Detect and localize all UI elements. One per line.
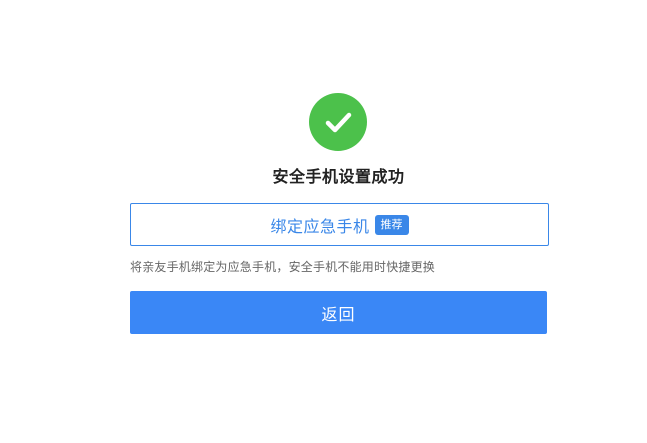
check-circle-icon xyxy=(309,93,367,151)
back-button[interactable]: 返回 xyxy=(130,291,547,334)
bind-emergency-phone-label: 绑定应急手机 xyxy=(270,216,370,236)
page-title: 安全手机设置成功 xyxy=(272,167,405,186)
page: 安全手机设置成功 绑定应急手机 推荐 将亲友手机绑定为应急手机，安全手机不能用时… xyxy=(0,0,647,443)
checkmark-icon xyxy=(325,112,352,133)
hint-text: 将亲友手机绑定为应急手机，安全手机不能用时快捷更换 xyxy=(130,260,436,274)
recommend-badge: 推荐 xyxy=(374,214,409,235)
bind-emergency-phone-button[interactable]: 绑定应急手机 推荐 xyxy=(130,203,549,246)
